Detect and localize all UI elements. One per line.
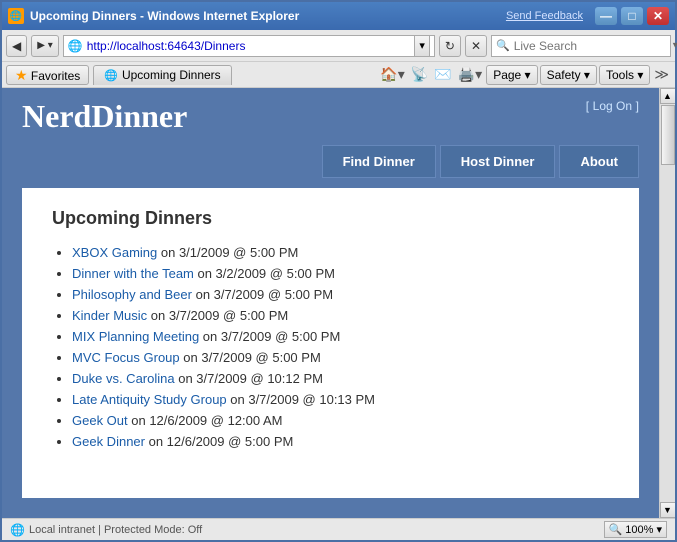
print-button[interactable]: 🖨️▾ xyxy=(456,66,484,83)
status-text: Local intranet | Protected Mode: Off xyxy=(29,524,202,536)
address-go-button[interactable]: ▾ xyxy=(414,35,430,57)
tools-menu-button[interactable]: Tools ▾ xyxy=(599,65,650,85)
list-item: XBOX Gaming on 3/1/2009 @ 5:00 PM xyxy=(72,245,609,260)
safety-menu-button[interactable]: Safety ▾ xyxy=(540,65,597,85)
list-item: Late Antiquity Study Group on 3/7/2009 @… xyxy=(72,392,609,407)
page-menu-button[interactable]: Page ▾ xyxy=(486,65,537,85)
forward-button[interactable]: ▶ ▾ xyxy=(31,35,59,57)
window-icon: 🌐 xyxy=(8,8,24,24)
list-item: Philosophy and Beer on 3/7/2009 @ 5:00 P… xyxy=(72,287,609,302)
dinner-link[interactable]: Geek Dinner xyxy=(72,434,145,449)
log-on-link[interactable]: Log On xyxy=(593,99,632,113)
favorites-button[interactable]: ★ Favorites xyxy=(6,65,89,85)
scroll-thumb[interactable] xyxy=(661,105,675,165)
list-item: Geek Dinner on 12/6/2009 @ 5:00 PM xyxy=(72,434,609,449)
scroll-track[interactable] xyxy=(660,104,676,502)
dinner-link[interactable]: Dinner with the Team xyxy=(72,266,194,281)
dinner-time: on 3/2/2009 @ 5:00 PM xyxy=(194,266,335,281)
tab-bar: 🌐 Upcoming Dinners xyxy=(93,65,374,85)
dinner-time: on 3/7/2009 @ 5:00 PM xyxy=(192,287,333,302)
status-bar: 🌐 Local intranet | Protected Mode: Off 🔍… xyxy=(2,518,675,540)
log-on-open: [ xyxy=(586,99,589,113)
star-icon: ★ xyxy=(15,67,28,83)
login-area: [ Log On ] xyxy=(586,98,639,113)
list-item: MIX Planning Meeting on 3/7/2009 @ 5:00 … xyxy=(72,329,609,344)
browser-content: NerdDinner [ Log On ] Find Dinner Host D… xyxy=(2,88,675,518)
active-tab[interactable]: 🌐 Upcoming Dinners xyxy=(93,65,231,85)
dinner-time: on 12/6/2009 @ 5:00 PM xyxy=(145,434,293,449)
mail-button[interactable]: ✉️ xyxy=(432,66,453,83)
scrollbar[interactable]: ▲ ▼ xyxy=(659,88,675,518)
more-tools-button[interactable]: ≫ xyxy=(652,66,671,83)
dinner-time: on 3/7/2009 @ 5:00 PM xyxy=(199,329,340,344)
zoom-level: 100% xyxy=(625,524,653,536)
zoom-button[interactable]: 🔍 100% ▾ xyxy=(604,521,668,538)
stop-button[interactable]: ✕ xyxy=(465,35,487,57)
list-item: Geek Out on 12/6/2009 @ 12:00 AM xyxy=(72,413,609,428)
status-icon: 🌐 xyxy=(10,523,25,537)
list-item: Duke vs. Carolina on 3/7/2009 @ 10:12 PM xyxy=(72,371,609,386)
search-input[interactable] xyxy=(514,39,669,53)
close-button[interactable]: ✕ xyxy=(647,7,669,25)
tab-icon: 🌐 xyxy=(104,69,118,82)
tab-label: Upcoming Dinners xyxy=(122,68,221,82)
page-area: NerdDinner [ Log On ] Find Dinner Host D… xyxy=(2,88,659,518)
window-title: Upcoming Dinners - Windows Internet Expl… xyxy=(30,9,299,23)
scroll-up-button[interactable]: ▲ xyxy=(660,88,676,104)
title-bar: 🌐 Upcoming Dinners - Windows Internet Ex… xyxy=(2,2,675,30)
dinner-link[interactable]: Kinder Music xyxy=(72,308,147,323)
section-title: Upcoming Dinners xyxy=(52,208,609,229)
dinner-time: on 12/6/2009 @ 12:00 AM xyxy=(128,413,283,428)
dinner-link[interactable]: Duke vs. Carolina xyxy=(72,371,175,386)
dinner-time: on 3/1/2009 @ 5:00 PM xyxy=(157,245,298,260)
address-toolbar: ◀ ▶ ▾ 🌐 http://localhost:64643/Dinners ▾… xyxy=(2,30,675,62)
dinner-time: on 3/7/2009 @ 5:00 PM xyxy=(147,308,288,323)
navigation-bar: Find Dinner Host Dinner About xyxy=(2,145,659,188)
dinner-link[interactable]: Philosophy and Beer xyxy=(72,287,192,302)
toolbar-extras: 🏠▾ 📡 ✉️ 🖨️▾ Page ▾ Safety ▾ Tools ▾ ≫ xyxy=(378,65,671,85)
find-dinner-button[interactable]: Find Dinner xyxy=(322,145,436,178)
search-live-label: 🔍 xyxy=(496,39,510,52)
host-dinner-button[interactable]: Host Dinner xyxy=(440,145,556,178)
dinner-time: on 3/7/2009 @ 10:13 PM xyxy=(227,392,375,407)
list-item: MVC Focus Group on 3/7/2009 @ 5:00 PM xyxy=(72,350,609,365)
dinner-list: XBOX Gaming on 3/1/2009 @ 5:00 PM Dinner … xyxy=(52,245,609,449)
search-bar[interactable]: 🔍 ▾ xyxy=(491,35,671,57)
maximize-button[interactable]: □ xyxy=(621,7,643,25)
zoom-icon: 🔍 xyxy=(609,524,623,536)
log-on-close: ] xyxy=(636,99,639,113)
dinner-link[interactable]: MVC Focus Group xyxy=(72,350,180,365)
minimize-button[interactable]: — xyxy=(595,7,617,25)
zoom-dropdown-icon: ▾ xyxy=(656,524,662,536)
dinner-link[interactable]: XBOX Gaming xyxy=(72,245,157,260)
rss-button[interactable]: 📡 xyxy=(409,66,430,83)
scroll-down-button[interactable]: ▼ xyxy=(660,502,676,518)
address-icon: 🌐 xyxy=(68,39,83,53)
list-item: Dinner with the Team on 3/2/2009 @ 5:00 … xyxy=(72,266,609,281)
dinner-link[interactable]: MIX Planning Meeting xyxy=(72,329,199,344)
search-dropdown-icon[interactable]: ▾ xyxy=(673,40,677,51)
address-bar[interactable]: 🌐 http://localhost:64643/Dinners ▾ xyxy=(63,35,435,57)
send-feedback-link[interactable]: Send Feedback xyxy=(506,10,583,22)
dinner-time: on 3/7/2009 @ 5:00 PM xyxy=(180,350,321,365)
about-button[interactable]: About xyxy=(559,145,639,178)
dinner-link[interactable]: Geek Out xyxy=(72,413,128,428)
dinner-time: on 3/7/2009 @ 10:12 PM xyxy=(175,371,323,386)
dinner-link[interactable]: Late Antiquity Study Group xyxy=(72,392,227,407)
home-button[interactable]: 🏠▾ xyxy=(378,66,406,83)
address-text: http://localhost:64643/Dinners xyxy=(87,39,415,53)
back-button[interactable]: ◀ xyxy=(6,35,27,57)
favorites-bar: ★ Favorites 🌐 Upcoming Dinners 🏠▾ 📡 ✉️ 🖨… xyxy=(2,62,675,88)
status-zoom: 🔍 100% ▾ xyxy=(604,521,668,538)
content-area: Upcoming Dinners XBOX Gaming on 3/1/2009… xyxy=(22,188,639,498)
list-item: Kinder Music on 3/7/2009 @ 5:00 PM xyxy=(72,308,609,323)
refresh-button[interactable]: ↻ xyxy=(439,35,461,57)
site-title: NerdDinner xyxy=(22,98,187,135)
status-zone: 🌐 Local intranet | Protected Mode: Off xyxy=(10,523,202,537)
page-header: NerdDinner [ Log On ] xyxy=(2,88,659,145)
